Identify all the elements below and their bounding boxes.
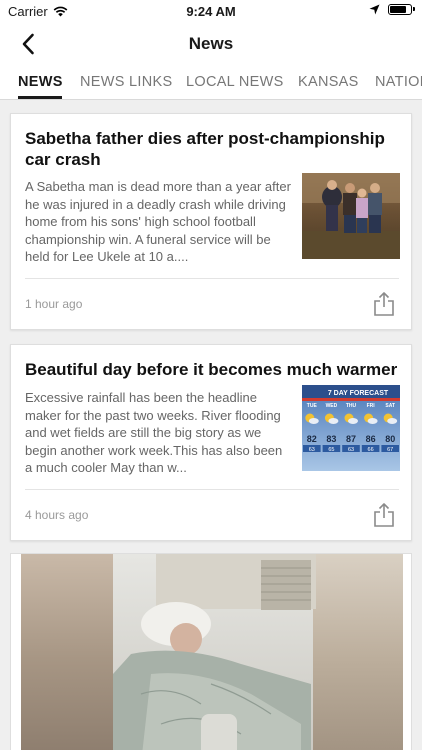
family-photo-image <box>302 173 400 259</box>
status-right-group <box>369 4 415 15</box>
forecast-day-label: WED <box>326 403 338 409</box>
forecast-title: 7 DAY FORECAST <box>328 390 389 397</box>
tab-national[interactable]: NATIONAL <box>375 74 422 90</box>
forecast-low-temp: 65 <box>328 447 334 453</box>
card-divider <box>25 278 399 279</box>
photo-article-card[interactable] <box>10 553 412 750</box>
tab-news-links[interactable]: NEWS LINKS <box>80 74 172 90</box>
tab-local-news[interactable]: LOCAL NEWS <box>186 74 284 90</box>
article-headline[interactable]: Beautiful day before it becomes much war… <box>25 359 401 380</box>
forecast-day-label: FRI <box>367 403 376 409</box>
page-title: News <box>188 34 234 53</box>
cloud-icon <box>348 418 358 424</box>
article-thumbnail <box>302 173 400 259</box>
forecast-low-temp: 66 <box>368 447 374 453</box>
article-timestamp: 4 hours ago <box>25 508 89 522</box>
cloud-icon <box>328 418 339 424</box>
status-bar: Carrier 9:24 AM <box>0 0 422 22</box>
forecast-high-temp: 80 <box>385 434 395 444</box>
card-divider <box>25 489 399 490</box>
forecast-day-label: TUE <box>307 403 318 409</box>
forecast-high-temp: 87 <box>346 434 356 444</box>
forecast-high-temp: 86 <box>366 434 376 444</box>
tab-kansas[interactable]: KANSAS <box>298 74 359 90</box>
share-icon[interactable] <box>373 502 395 528</box>
article-card[interactable]: Beautiful day before it becomes much war… <box>10 344 412 541</box>
cloud-icon <box>308 418 319 424</box>
forecast-day-label: SAT <box>385 403 395 409</box>
active-tab-indicator <box>18 96 62 99</box>
clock: 9:24 AM <box>186 4 236 19</box>
article-thumbnail: 7 DAY FORECAST TUE 82 63 WED 83 65 THU 87 63 FRI 8… <box>302 385 400 471</box>
location-arrow-icon <box>369 4 380 15</box>
article-summary: Excessive rainfall has been the headline… <box>25 390 283 475</box>
forecast-high-temp: 82 <box>307 434 317 444</box>
forecast-low-temp: 63 <box>309 447 315 453</box>
forecast-day-label: THU <box>346 403 357 409</box>
cloud-icon <box>387 418 398 424</box>
forecast-low-temp: 67 <box>387 447 393 453</box>
battery-icon <box>388 4 415 15</box>
article-timestamp: 1 hour ago <box>25 297 83 311</box>
forecast-low-temp: 63 <box>348 447 354 453</box>
category-tabs: NEWS NEWS LINKS LOCAL NEWS KANSAS NATION… <box>0 66 422 100</box>
navigation-bar: News <box>0 22 422 66</box>
cloud-icon <box>367 418 378 424</box>
article-headline[interactable]: Sabetha father dies after post-champions… <box>25 128 401 170</box>
article-summary: A Sabetha man is dead more than a year a… <box>25 179 291 264</box>
hospital-photo-image <box>21 554 403 750</box>
battery-fill <box>390 6 406 13</box>
weather-forecast-image: 7 DAY FORECAST TUE 82 63 WED 83 65 THU 87 63 FRI 8… <box>302 385 400 471</box>
tab-news[interactable]: NEWS <box>18 74 63 90</box>
article-card[interactable]: Sabetha father dies after post-champions… <box>10 113 412 330</box>
forecast-high-temp: 83 <box>326 434 336 444</box>
share-icon[interactable] <box>373 291 395 317</box>
